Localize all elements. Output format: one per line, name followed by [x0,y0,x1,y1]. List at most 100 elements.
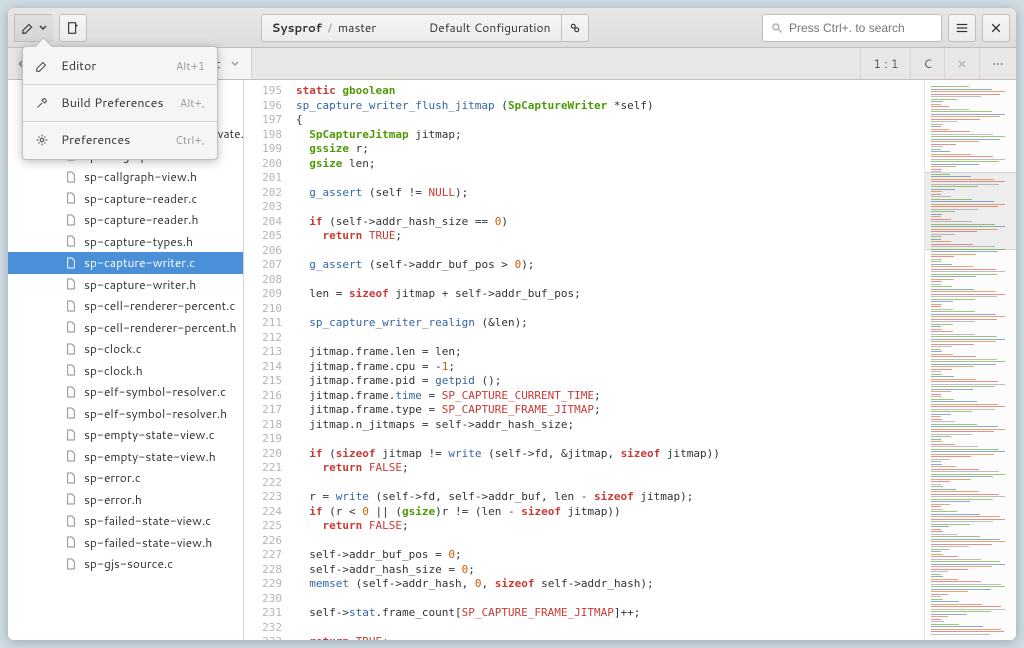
file-row[interactable]: sp-clock.c [8,338,243,360]
perspective-button[interactable] [14,14,53,42]
minimap-line [931,369,952,370]
line-number: 215 [244,374,282,389]
close-window-button[interactable] [982,14,1010,42]
file-name: sp-capture-writer.h [84,276,196,293]
code-line: SpCaptureJitmap jitmap; [296,128,924,143]
file-row[interactable]: sp-gjs-source.c [8,553,243,575]
file-name: sp-elf-symbol-resolver.h [84,405,227,422]
line-number: 229 [244,577,282,592]
file-name: sp-cell-renderer-percent.h [84,319,236,336]
minimap-line [931,271,1005,272]
file-row[interactable]: sp-error.c [8,467,243,489]
search-icon [771,22,783,34]
file-row[interactable]: sp-cell-renderer-percent.h [8,317,243,339]
code-line: if (sizeof jitmap != write (self->fd, &j… [296,447,924,462]
code-line: return FALSE; [296,519,924,534]
line-number: 198 [244,128,282,143]
new-document-button[interactable] [59,14,87,42]
file-icon [66,214,78,226]
file-row[interactable]: sp-error.h [8,489,243,511]
menu-item-accel: Alt+1 [176,58,205,74]
tab-close-button[interactable] [944,48,979,79]
search-box[interactable] [762,14,942,42]
minimap-line [931,406,1005,407]
minimap-line [931,479,971,480]
minimap[interactable] [924,80,1016,640]
omnibar[interactable]: Sysprof / master Default Configuration [261,14,561,42]
minimap-line [931,176,971,177]
search-input[interactable] [789,21,944,35]
menu-item-editor[interactable]: EditorAlt+1 [23,51,217,81]
file-row[interactable]: sp-failed-state-view.h [8,532,243,554]
line-number: 204 [244,215,282,230]
file-row[interactable]: sp-capture-types.h [8,231,243,253]
line-number: 208 [244,273,282,288]
file-row[interactable]: sp-capture-writer.h [8,274,243,296]
file-row[interactable]: sp-clock.h [8,360,243,382]
minimap-line [931,146,943,147]
file-name: sp-capture-reader.h [84,211,199,228]
minimap-line [931,516,1000,517]
file-row[interactable]: sp-empty-state-view.c [8,424,243,446]
menu-item-preferences[interactable]: PreferencesCtrl+, [23,125,217,155]
line-number: 199 [244,142,282,157]
code-line: jitmap.frame.len = len; [296,345,924,360]
code-line: sp_capture_writer_realign (&len); [296,316,924,331]
code-line: jitmap.frame.time = SP_CAPTURE_CURRENT_T… [296,389,924,404]
file-row[interactable]: sp-cell-renderer-percent.c [8,295,243,317]
minimap-line [931,596,941,597]
minimap-line [931,566,992,567]
line-number: 222 [244,476,282,491]
minimap-line [931,534,957,535]
file-name: sp-failed-state-view.c [84,512,211,529]
menu-item-build-preferences[interactable]: Build PreferencesAlt+, [23,88,217,118]
minimap-line [931,329,942,330]
minimap-line [931,509,943,510]
view-options-button[interactable] [979,48,1016,79]
file-row[interactable]: sp-elf-symbol-resolver.c [8,381,243,403]
code-line [296,476,924,491]
minimap-line [931,524,970,525]
minimap-line [931,396,942,397]
minimap-line [931,216,941,217]
code-line [296,273,924,288]
file-row[interactable]: sp-elf-symbol-resolver.h [8,403,243,425]
line-number: 225 [244,519,282,534]
minimap-line [931,556,958,557]
minimap-line [931,439,941,440]
code-area[interactable]: static gbooleansp_capture_writer_flush_j… [290,80,924,640]
minimap-line [931,611,991,612]
minimap-line [931,251,998,252]
file-row[interactable]: sp-failed-state-view.c [8,510,243,532]
minimap-line [931,499,993,500]
minimap-line [931,341,996,342]
minimap-line [931,254,976,255]
file-name: sp-clock.c [84,340,142,357]
minimap-line [931,434,972,435]
minimap-line [931,441,942,442]
menu-button[interactable] [948,14,976,42]
file-name: sp-capture-reader.c [84,190,197,207]
language-indicator[interactable]: C [910,48,944,79]
minimap-line [931,316,1005,317]
file-icon [66,235,78,247]
minimap-line [931,184,999,185]
line-number: 210 [244,302,282,317]
minimap-line [931,206,998,207]
file-row[interactable]: sp-callgraph-view.h [8,166,243,188]
code-line: r = write (self->fd, self->addr_buf, len… [296,490,924,505]
file-name: sp-clock.h [84,362,143,379]
line-number: 201 [244,171,282,186]
file-icon [66,257,78,269]
build-button[interactable] [561,14,589,42]
minimap-line [931,119,980,120]
code-line: self->addr_buf_pos = 0; [296,548,924,563]
minimap-line [931,506,941,507]
file-row[interactable]: sp-capture-reader.h [8,209,243,231]
file-row[interactable]: sp-empty-state-view.h [8,446,243,468]
file-row[interactable]: sp-capture-writer.c [8,252,243,274]
file-row[interactable]: sp-capture-reader.c [8,188,243,210]
file-name: sp-gjs-source.c [84,555,173,572]
line-number: 216 [244,389,282,404]
file-list[interactable]: sp-callgraph-profile.csp-callgraph-profi… [8,80,243,640]
